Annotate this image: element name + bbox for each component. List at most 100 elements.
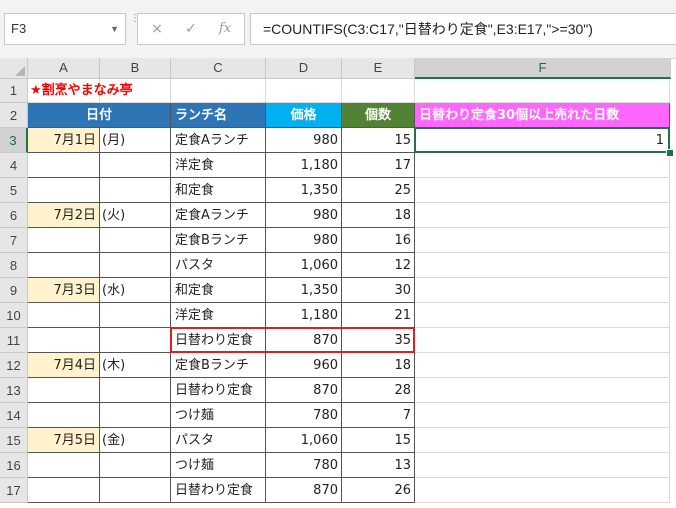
grid-cell[interactable] [415, 378, 670, 403]
header-quantity[interactable]: 個数 [342, 103, 415, 128]
row-header-7[interactable]: 7 [0, 228, 28, 253]
header-date[interactable]: 日付 [28, 103, 171, 128]
date-cell[interactable] [28, 478, 100, 503]
grid-cell[interactable] [415, 328, 670, 353]
price-cell[interactable]: 780 [266, 453, 342, 478]
row-header-2[interactable]: 2 [0, 103, 28, 128]
formula-input[interactable]: =COUNTIFS(C3:C17,"日替わり定食",E3:E17,">=30") [250, 13, 676, 45]
row-header-5[interactable]: 5 [0, 178, 28, 203]
name-box[interactable]: F3 ▼ [4, 13, 126, 45]
grid-cell[interactable] [415, 303, 670, 328]
column-header-e[interactable]: E [342, 58, 415, 79]
price-cell[interactable]: 980 [266, 228, 342, 253]
grid-cell[interactable] [415, 203, 670, 228]
row-header-3[interactable]: 3 [0, 128, 28, 153]
weekday-cell[interactable]: (木) [100, 353, 171, 378]
lunch-name-cell[interactable]: 洋定食 [171, 153, 266, 178]
insert-function-icon[interactable]: fx [210, 14, 240, 44]
lunch-name-cell[interactable]: つけ麺 [171, 453, 266, 478]
row-header-6[interactable]: 6 [0, 203, 28, 228]
weekday-cell[interactable]: (金) [100, 428, 171, 453]
column-header-d[interactable]: D [266, 58, 342, 79]
weekday-cell[interactable] [100, 378, 171, 403]
lunch-name-cell[interactable]: 日替わり定食 [171, 328, 266, 353]
quantity-cell[interactable]: 17 [342, 153, 415, 178]
lunch-name-cell[interactable]: 定食Bランチ [171, 353, 266, 378]
weekday-cell[interactable]: (月) [100, 128, 171, 153]
weekday-cell[interactable] [100, 253, 171, 278]
result-cell[interactable]: 1 [415, 128, 670, 153]
weekday-cell[interactable] [100, 328, 171, 353]
row-header-1[interactable]: 1 [0, 79, 28, 103]
quantity-cell[interactable]: 16 [342, 228, 415, 253]
lunch-name-cell[interactable]: 日替わり定食 [171, 478, 266, 503]
quantity-cell[interactable]: 25 [342, 178, 415, 203]
weekday-cell[interactable] [100, 303, 171, 328]
date-cell[interactable]: 7月5日 [28, 428, 100, 453]
row-header-12[interactable]: 12 [0, 353, 28, 378]
row-header-9[interactable]: 9 [0, 278, 28, 303]
quantity-cell[interactable]: 26 [342, 478, 415, 503]
lunch-name-cell[interactable]: パスタ [171, 253, 266, 278]
price-cell[interactable]: 1,180 [266, 153, 342, 178]
weekday-cell[interactable] [100, 178, 171, 203]
grid-cell[interactable] [415, 453, 670, 478]
lunch-name-cell[interactable]: 定食Bランチ [171, 228, 266, 253]
weekday-cell[interactable]: (水) [100, 278, 171, 303]
row-header-11[interactable]: 11 [0, 328, 28, 353]
price-cell[interactable]: 1,180 [266, 303, 342, 328]
grid-cell[interactable] [415, 178, 670, 203]
price-cell[interactable]: 1,350 [266, 278, 342, 303]
price-cell[interactable]: 1,060 [266, 428, 342, 453]
weekday-cell[interactable] [100, 453, 171, 478]
price-cell[interactable]: 1,060 [266, 253, 342, 278]
lunch-name-cell[interactable]: パスタ [171, 428, 266, 453]
price-cell[interactable]: 870 [266, 478, 342, 503]
price-cell[interactable]: 780 [266, 403, 342, 428]
quantity-cell[interactable]: 15 [342, 128, 415, 153]
select-all-corner[interactable] [0, 58, 28, 79]
date-cell[interactable] [28, 228, 100, 253]
weekday-cell[interactable]: (火) [100, 203, 171, 228]
lunch-name-cell[interactable]: 和定食 [171, 178, 266, 203]
cancel-icon[interactable]: × [142, 14, 172, 44]
quantity-cell[interactable]: 35 [342, 328, 415, 353]
date-cell[interactable] [28, 453, 100, 478]
header-result[interactable]: 日替わり定食30個以上売れた日数 [415, 103, 670, 128]
row-header-16[interactable]: 16 [0, 453, 28, 478]
row-header-8[interactable]: 8 [0, 253, 28, 278]
weekday-cell[interactable] [100, 153, 171, 178]
date-cell[interactable]: 7月1日 [28, 128, 100, 153]
column-header-b[interactable]: B [100, 58, 171, 79]
row-header-17[interactable]: 17 [0, 478, 28, 503]
enter-icon[interactable]: ✓ [176, 14, 206, 44]
row-header-15[interactable]: 15 [0, 428, 28, 453]
lunch-name-cell[interactable]: 和定食 [171, 278, 266, 303]
weekday-cell[interactable] [100, 228, 171, 253]
date-cell[interactable]: 7月3日 [28, 278, 100, 303]
date-cell[interactable] [28, 178, 100, 203]
date-cell[interactable] [28, 328, 100, 353]
row-header-14[interactable]: 14 [0, 403, 28, 428]
quantity-cell[interactable]: 15 [342, 428, 415, 453]
header-lunch-name[interactable]: ランチ名 [171, 103, 266, 128]
column-header-a[interactable]: A [28, 58, 100, 79]
quantity-cell[interactable]: 13 [342, 453, 415, 478]
quantity-cell[interactable]: 21 [342, 303, 415, 328]
grid-cell[interactable] [415, 278, 670, 303]
quantity-cell[interactable]: 18 [342, 353, 415, 378]
grid-cell[interactable] [415, 228, 670, 253]
lunch-name-cell[interactable]: 定食Aランチ [171, 128, 266, 153]
grid-cell[interactable] [171, 79, 266, 103]
grid-cell[interactable] [415, 153, 670, 178]
lunch-name-cell[interactable]: つけ麺 [171, 403, 266, 428]
price-cell[interactable]: 870 [266, 378, 342, 403]
lunch-name-cell[interactable]: 定食Aランチ [171, 203, 266, 228]
quantity-cell[interactable]: 18 [342, 203, 415, 228]
grid-cell[interactable] [415, 428, 670, 453]
grid-cell[interactable] [415, 403, 670, 428]
price-cell[interactable]: 1,350 [266, 178, 342, 203]
date-cell[interactable] [28, 253, 100, 278]
lunch-name-cell[interactable]: 日替わり定食 [171, 378, 266, 403]
row-header-4[interactable]: 4 [0, 153, 28, 178]
